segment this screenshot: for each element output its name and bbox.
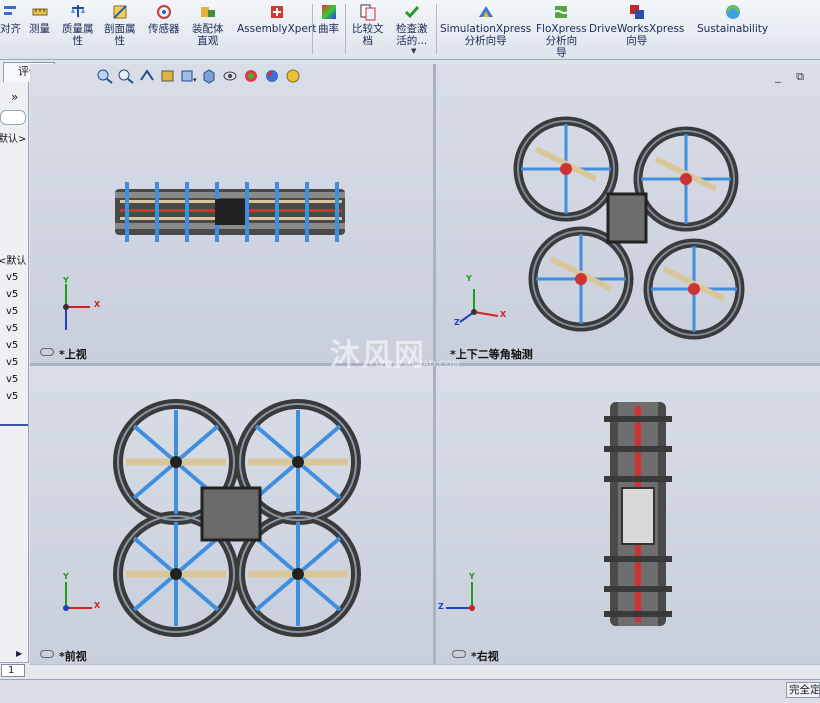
default-config-label-2: <默认 <box>0 256 27 267</box>
floxpress-icon <box>552 3 570 21</box>
viewport-isometric[interactable]: X Y Z *上下二等角轴测 <box>436 64 820 363</box>
assembly-visualization-button[interactable]: 装配体 直观 <box>192 3 224 47</box>
viewport-right-label: *右视 <box>471 650 499 663</box>
section-properties-icon <box>111 3 129 21</box>
tree-item[interactable]: v5 <box>6 374 18 385</box>
section-view-icon[interactable] <box>159 68 177 84</box>
watermark-url: WWW.MFCAD.COM <box>375 360 460 370</box>
axis-x-label: X <box>94 601 101 610</box>
mass-properties-button[interactable]: 质量属 性 <box>62 3 94 47</box>
model-front-view <box>63 399 361 637</box>
model-isometric-view <box>459 116 745 340</box>
link-view-icon[interactable] <box>40 650 54 658</box>
expand-chevron-icon[interactable]: » <box>11 90 18 104</box>
viewport-top-label: *上视 <box>59 348 87 361</box>
svg-text:▾: ▾ <box>193 76 197 84</box>
axis-y-label: Y <box>469 572 475 581</box>
viewport-top[interactable]: X Y *上视 <box>30 64 433 363</box>
display-style-icon[interactable] <box>201 68 219 84</box>
viewport-window-controls[interactable]: _ ⧉ <box>775 70 810 84</box>
viewport-right[interactable]: Z Y *右视 <box>436 366 820 664</box>
status-bar: 完全定义 <box>0 679 820 703</box>
sensor-icon <box>155 3 173 21</box>
model-top-view <box>63 182 345 330</box>
ribbon-separator <box>312 4 313 54</box>
tree-item[interactable]: v5 <box>6 289 18 300</box>
assemblyxpert-button[interactable]: AssemblyXpert <box>237 3 316 35</box>
measure-button[interactable]: 测量 <box>29 3 50 35</box>
axis-x-label: X <box>94 300 101 309</box>
link-view-icon[interactable] <box>40 348 54 356</box>
model-right-view <box>446 402 672 626</box>
scroll-right-arrow-icon[interactable]: ▶ <box>16 649 22 658</box>
filter-input[interactable] <box>0 110 26 125</box>
view-toolbar: ▾ <box>96 68 303 86</box>
compare-documents-button[interactable]: 比较文 档 <box>352 3 384 47</box>
axis-z-label: Z <box>438 602 444 611</box>
floxpress-button[interactable]: FloXpress 分析向 导 <box>536 3 587 59</box>
ribbon: 对齐 测量 质量属 性 剖面属 性 传感器 装配体 直观 AssemblyXpe… <box>0 0 820 60</box>
simulationxpress-icon <box>477 3 495 21</box>
page-number-field[interactable]: 1 <box>1 664 25 677</box>
tree-item[interactable]: v5 <box>6 306 18 317</box>
align-button[interactable]: 对齐 <box>0 3 21 35</box>
axis-z-label: Z <box>454 318 460 327</box>
axis-x-label: X <box>500 310 507 319</box>
hide-show-icon[interactable] <box>222 68 240 84</box>
feature-manager-panel: » 默认> <默认 v5 v5 v5 v5 v5 v5 v5 v5 <box>0 82 29 662</box>
link-view-icon[interactable] <box>452 650 466 658</box>
previous-view-icon[interactable] <box>138 68 156 84</box>
axis-y-label: Y <box>63 276 69 285</box>
tree-item[interactable]: v5 <box>6 391 18 402</box>
viewport-iso-label: *上下二等角轴测 <box>450 348 533 361</box>
panel-divider <box>0 424 28 426</box>
tree-item[interactable]: v5 <box>6 340 18 351</box>
sustainability-icon <box>724 3 742 21</box>
horizontal-scrollbar[interactable] <box>30 664 820 678</box>
axis-y-label: Y <box>466 274 472 283</box>
tree-item[interactable]: v5 <box>6 357 18 368</box>
tree-item[interactable]: v5 <box>6 272 18 283</box>
zoom-area-icon[interactable] <box>117 68 135 84</box>
section-properties-button[interactable]: 剖面属 性 <box>104 3 136 47</box>
dropdown-arrow-icon[interactable]: ▼ <box>411 47 416 55</box>
view-settings-icon[interactable] <box>285 68 303 84</box>
apply-scene-icon[interactable] <box>264 68 282 84</box>
tree-item[interactable]: v5 <box>6 323 18 334</box>
sensor-button[interactable]: 传感器 <box>148 3 180 35</box>
definition-status: 完全定义 <box>786 682 820 698</box>
compare-documents-icon <box>359 3 377 21</box>
curvature-button[interactable]: 曲率 <box>318 3 339 35</box>
axis-y-label: Y <box>63 572 69 581</box>
sustainability-button[interactable]: Sustainability <box>697 3 768 35</box>
viewport-front-label: *前视 <box>59 650 87 663</box>
check-active-icon <box>403 3 421 21</box>
edit-appearance-icon[interactable] <box>243 68 261 84</box>
zoom-to-fit-icon[interactable] <box>96 68 114 84</box>
driveworksxpress-button[interactable]: DriveWorksXpress 向导 <box>589 3 684 47</box>
curvature-icon <box>320 3 338 21</box>
ribbon-separator <box>345 4 346 54</box>
default-config-label: 默认> <box>0 134 27 145</box>
align-icon <box>2 3 20 21</box>
assembly-visualization-icon <box>199 3 217 21</box>
mass-properties-icon <box>69 3 87 21</box>
simulationxpress-button[interactable]: SimulationXpress 分析向导 <box>440 3 531 47</box>
driveworksxpress-icon <box>628 3 646 21</box>
measure-icon <box>31 3 49 21</box>
check-active-button[interactable]: 检查激 活的... <box>396 3 428 47</box>
viewport-front[interactable]: X Y *前视 <box>30 366 433 664</box>
view-orientation-icon[interactable]: ▾ <box>180 68 198 84</box>
assemblyxpert-icon <box>268 3 286 21</box>
ribbon-separator <box>436 4 437 54</box>
